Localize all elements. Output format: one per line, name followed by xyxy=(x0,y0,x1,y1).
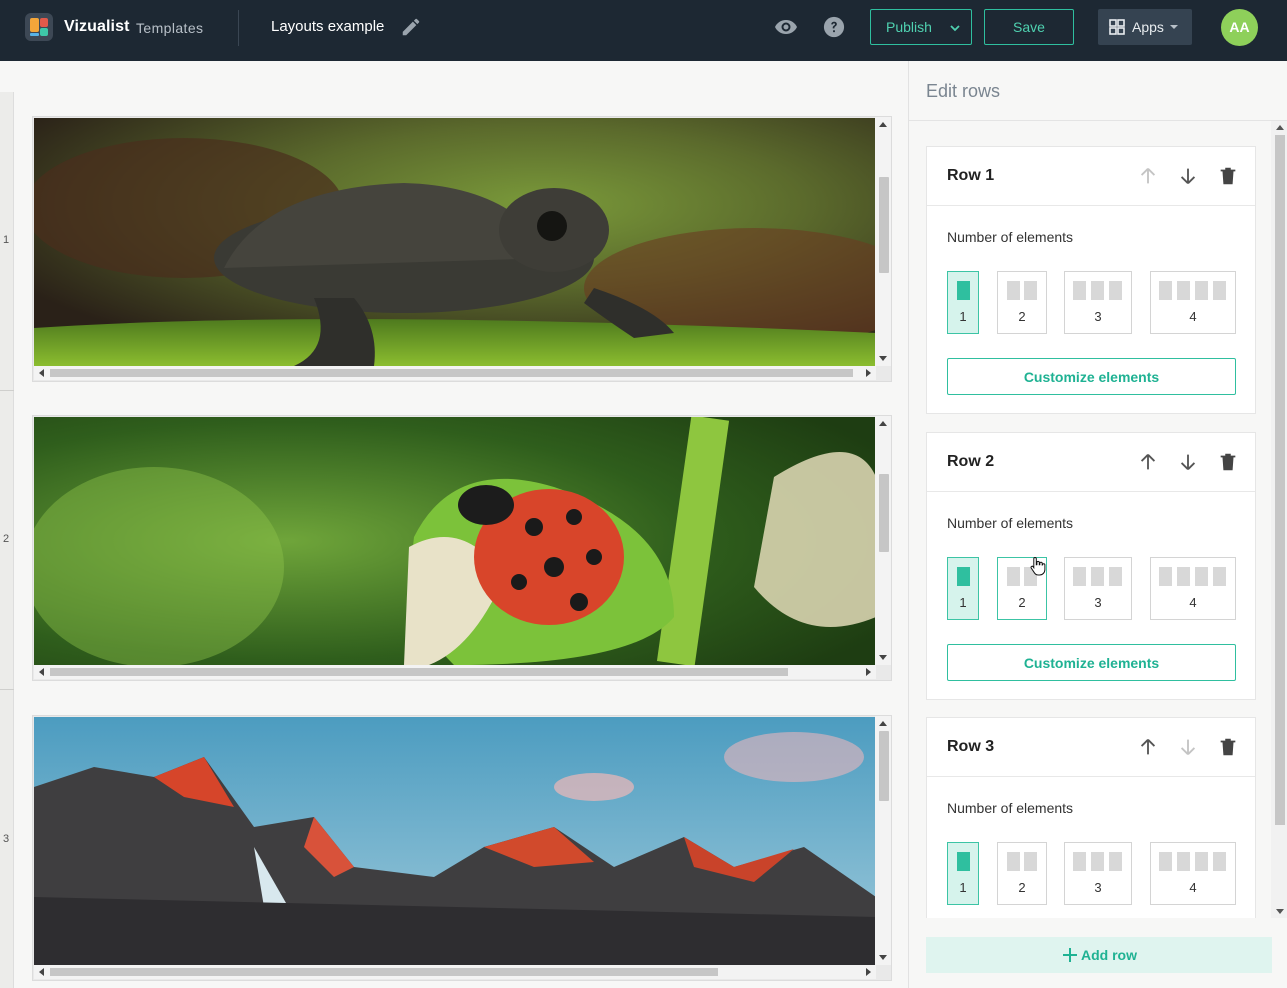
pencil-icon[interactable] xyxy=(400,16,422,38)
row-horizontal-scrollbar[interactable] xyxy=(34,965,876,979)
row-vertical-scrollbar[interactable] xyxy=(875,117,891,366)
number-of-elements-label: Number of elements xyxy=(947,800,1074,816)
edit-rows-panel: Edit rows Row 1 Number of elements 1 2 3… xyxy=(908,61,1287,988)
brand-name: Vizualist xyxy=(64,18,130,35)
caret-down-icon xyxy=(1170,25,1178,29)
apps-menu-button[interactable]: Apps xyxy=(1098,9,1192,45)
customize-elements-button[interactable]: Customize elements xyxy=(947,644,1236,681)
row-card-title: Row 2 xyxy=(947,453,995,470)
mountains-photo xyxy=(34,717,876,965)
brand-subtitle: Templates xyxy=(136,20,204,36)
trash-icon[interactable] xyxy=(1217,451,1239,473)
move-down-arrow-icon[interactable] xyxy=(1177,736,1199,758)
row-number: 2 xyxy=(3,533,10,545)
add-row-label: Add row xyxy=(1081,947,1137,963)
ladybug-photo xyxy=(34,417,876,665)
row-card-title: Row 3 xyxy=(947,738,995,755)
elements-option-2[interactable]: 2 xyxy=(997,271,1047,334)
row-frame[interactable] xyxy=(32,116,892,382)
layout-canvas: 1 2 3 xyxy=(0,61,908,988)
panel-scroll-area[interactable]: Row 1 Number of elements 1 2 3 4 Customi… xyxy=(909,121,1287,918)
row-horizontal-scrollbar[interactable] xyxy=(34,665,876,679)
move-up-arrow-icon[interactable] xyxy=(1137,451,1159,473)
row-card: Row 3 Number of elements 1 2 3 4 Customi… xyxy=(926,717,1256,918)
help-icon[interactable] xyxy=(823,16,845,38)
row-card-header: Row 2 xyxy=(927,433,1255,492)
row-card-header: Row 1 xyxy=(927,147,1255,206)
move-down-arrow-icon[interactable] xyxy=(1177,165,1199,187)
top-bar: Vizualist Templates Layouts example Publ… xyxy=(0,0,1287,61)
move-down-arrow-icon[interactable] xyxy=(1177,451,1199,473)
elements-option-2[interactable]: 2 xyxy=(997,842,1047,905)
trash-icon[interactable] xyxy=(1217,165,1239,187)
turtle-photo xyxy=(34,118,876,366)
row-number: 1 xyxy=(3,234,10,246)
elements-option-1[interactable]: 1 xyxy=(947,557,979,620)
gutter-divider xyxy=(0,390,14,391)
number-of-elements-label: Number of elements xyxy=(947,229,1074,245)
row-vertical-scrollbar[interactable] xyxy=(875,416,891,665)
gutter-divider xyxy=(0,689,14,690)
panel-title: Edit rows xyxy=(926,81,1001,101)
number-of-elements-label: Number of elements xyxy=(947,515,1074,531)
row-card: Row 2 Number of elements 1 2 3 4 Customi… xyxy=(926,432,1256,700)
elements-option-3[interactable]: 3 xyxy=(1064,271,1132,334)
user-avatar[interactable]: AA xyxy=(1221,9,1258,46)
move-up-arrow-icon[interactable] xyxy=(1137,165,1159,187)
row-frame[interactable] xyxy=(32,715,892,981)
customize-elements-button[interactable]: Customize elements xyxy=(947,358,1236,395)
elements-option-3[interactable]: 3 xyxy=(1064,557,1132,620)
panel-scrollbar[interactable] xyxy=(1271,121,1287,918)
save-button[interactable]: Save xyxy=(984,9,1074,45)
plus-icon xyxy=(1063,948,1077,962)
preview-eye-icon[interactable] xyxy=(774,15,798,39)
publish-button[interactable]: Publish xyxy=(870,9,972,45)
apps-label: Apps xyxy=(1132,19,1164,35)
row-card-title: Row 1 xyxy=(947,167,995,184)
elements-option-1[interactable]: 1 xyxy=(947,842,979,905)
row-number-gutter: 1 2 3 xyxy=(0,92,14,988)
elements-option-1[interactable]: 1 xyxy=(947,271,979,334)
row-card-header: Row 3 xyxy=(927,718,1255,777)
add-row-button[interactable]: Add row xyxy=(926,937,1272,973)
elements-option-3[interactable]: 3 xyxy=(1064,842,1132,905)
row-vertical-scrollbar[interactable] xyxy=(875,716,891,965)
row-horizontal-scrollbar[interactable] xyxy=(34,366,876,380)
elements-option-4[interactable]: 4 xyxy=(1150,557,1236,620)
chevron-down-icon xyxy=(950,25,960,32)
vizualist-logo-icon[interactable] xyxy=(25,13,53,41)
elements-option-4[interactable]: 4 xyxy=(1150,842,1236,905)
document-title[interactable]: Layouts example xyxy=(271,18,384,35)
publish-label: Publish xyxy=(886,19,932,35)
trash-icon[interactable] xyxy=(1217,736,1239,758)
apps-grid-icon xyxy=(1109,19,1125,35)
header-divider xyxy=(238,10,239,46)
move-up-arrow-icon[interactable] xyxy=(1137,736,1159,758)
row-card: Row 1 Number of elements 1 2 3 4 Customi… xyxy=(926,146,1256,414)
row-frame[interactable] xyxy=(32,415,892,681)
hand-pointer-cursor-icon xyxy=(1030,556,1046,576)
elements-option-4[interactable]: 4 xyxy=(1150,271,1236,334)
row-number: 3 xyxy=(3,833,10,845)
